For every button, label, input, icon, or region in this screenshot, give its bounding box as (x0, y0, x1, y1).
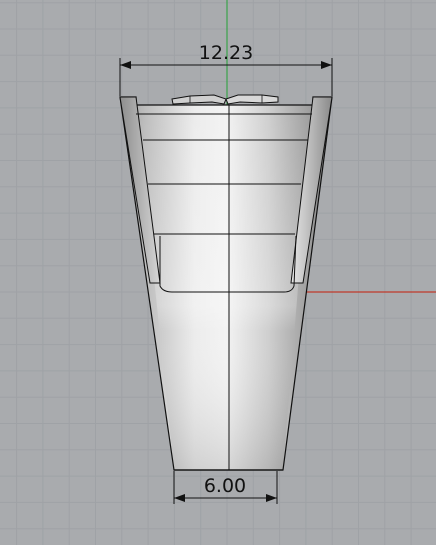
dim-bottom-value: 6.00 (204, 475, 246, 497)
ring-model[interactable] (119, 94, 333, 471)
viewport-canvas[interactable]: 12.23 6.00 (0, 0, 436, 545)
shank-shading (136, 105, 313, 470)
top-setting (171, 94, 279, 105)
dimension-top[interactable]: 12.23 (119, 42, 333, 96)
dim-bottom-arrow-left (174, 494, 185, 502)
dim-top-value: 12.23 (199, 42, 253, 64)
dim-bottom-arrow-right (266, 494, 277, 502)
dim-top-arrow-right (321, 61, 332, 69)
viewport-front[interactable]: 12.23 6.00 (0, 0, 436, 545)
